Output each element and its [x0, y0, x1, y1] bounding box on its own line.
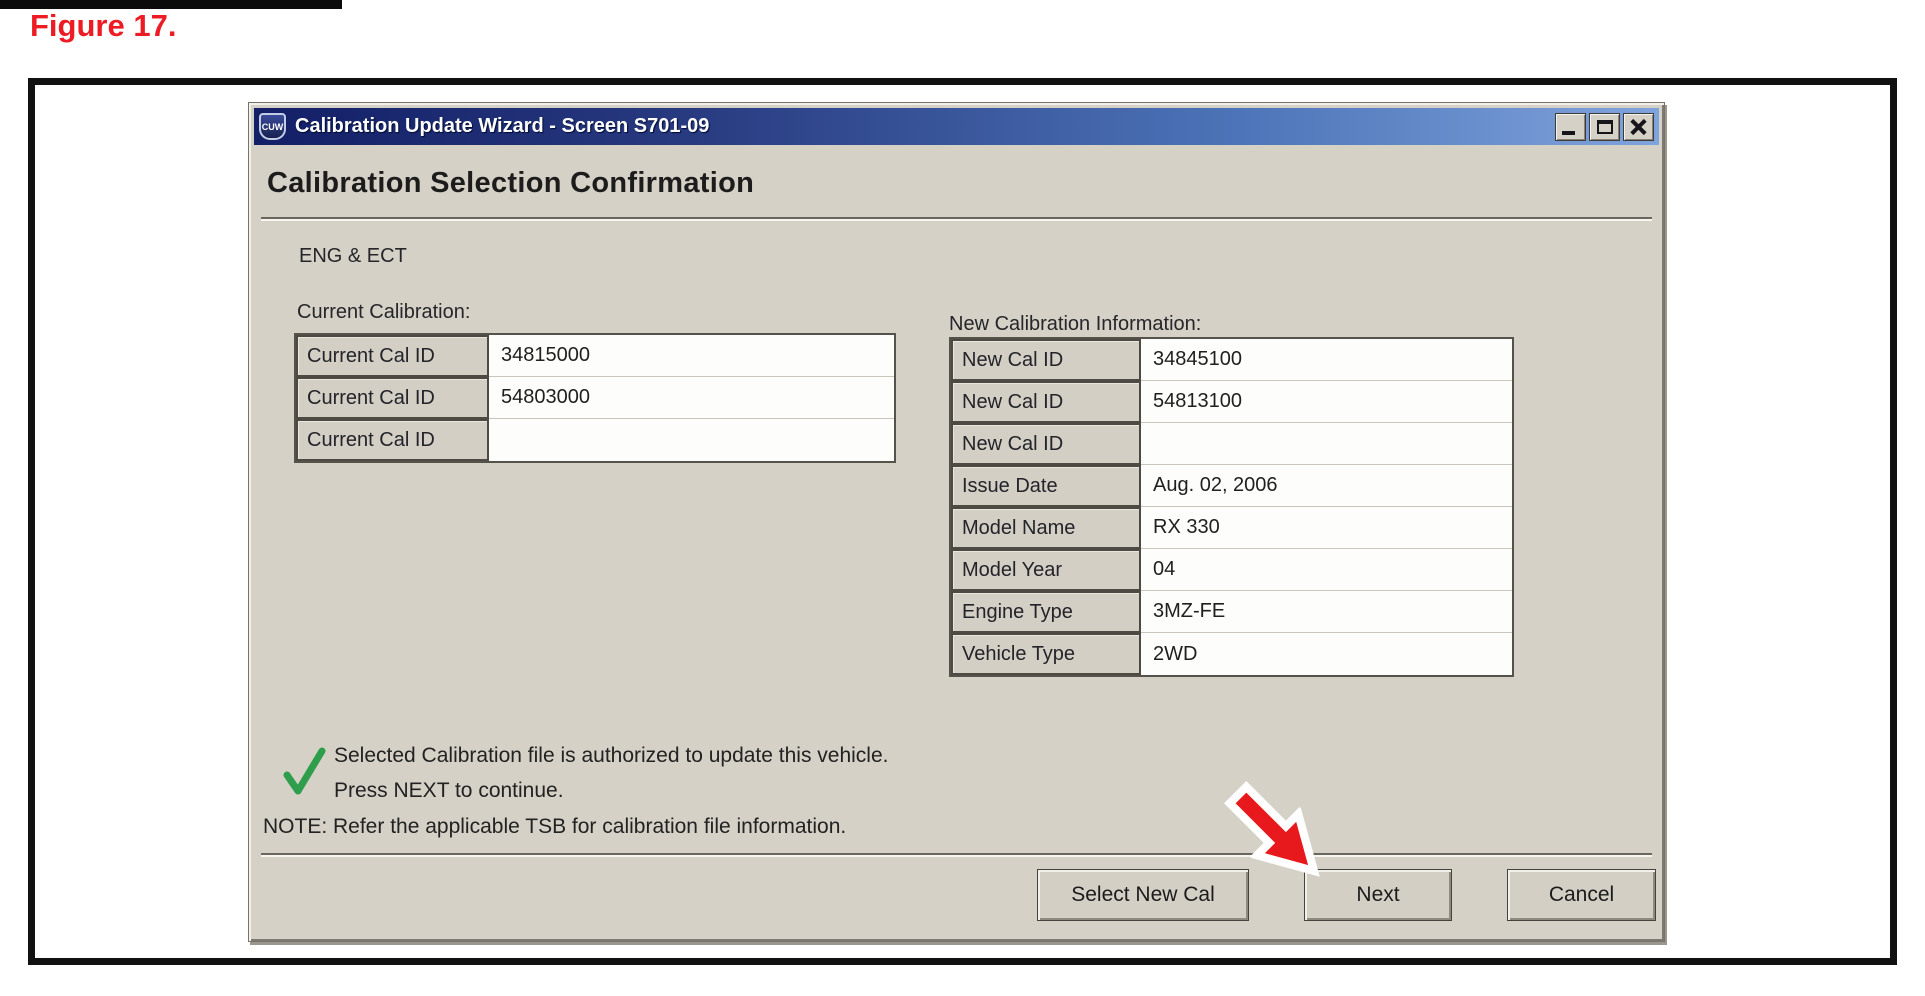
heading-divider: [261, 217, 1652, 221]
current-calibration-table: Current Cal ID 34815000 Current Cal ID 5…: [294, 333, 896, 463]
row-label: New Cal ID: [951, 381, 1141, 423]
row-label: Current Cal ID: [296, 335, 489, 377]
row-label: Engine Type: [951, 591, 1141, 633]
close-button[interactable]: [1623, 113, 1654, 141]
row-label: Model Year: [951, 549, 1141, 591]
row-value: RX 330: [1141, 507, 1512, 549]
table-row: New Cal ID 34845100: [951, 339, 1512, 381]
table-row: Model Year 04: [951, 549, 1512, 591]
figure-caption: Figure 17.: [30, 8, 176, 44]
row-value: 34845100: [1141, 339, 1512, 381]
window-titlebar[interactable]: CUW Calibration Update Wizard - Screen S…: [254, 108, 1659, 145]
window-controls: [1555, 113, 1654, 141]
table-row: Current Cal ID: [296, 419, 894, 461]
row-label: Vehicle Type: [951, 633, 1141, 675]
next-button[interactable]: Next: [1304, 869, 1452, 921]
row-value: 34815000: [489, 335, 894, 377]
row-value: 2WD: [1141, 633, 1512, 675]
row-label: Current Cal ID: [296, 419, 489, 461]
cuw-shield-icon: CUW: [259, 113, 286, 140]
minimize-button[interactable]: [1555, 113, 1586, 141]
row-label: New Cal ID: [951, 423, 1141, 465]
note-text: NOTE: Refer the applicable TSB for calib…: [263, 815, 846, 839]
minimize-icon: [1562, 131, 1575, 135]
row-value: Aug. 02, 2006: [1141, 465, 1512, 507]
status-message-line1: Selected Calibration file is authorized …: [334, 744, 889, 768]
window-title: Calibration Update Wizard - Screen S701-…: [295, 115, 709, 138]
row-value: [1141, 423, 1512, 465]
table-row: Vehicle Type 2WD: [951, 633, 1512, 675]
table-row: Issue Date Aug. 02, 2006: [951, 465, 1512, 507]
figure-border-box: CUW Calibration Update Wizard - Screen S…: [28, 78, 1897, 965]
new-calibration-table: New Cal ID 34845100 New Cal ID 54813100 …: [949, 337, 1514, 677]
row-label: New Cal ID: [951, 339, 1141, 381]
row-value: 54813100: [1141, 381, 1512, 423]
row-label: Model Name: [951, 507, 1141, 549]
green-check-icon: [279, 745, 329, 799]
table-row: Model Name RX 330: [951, 507, 1512, 549]
table-row: New Cal ID 54813100: [951, 381, 1512, 423]
row-value: 3MZ-FE: [1141, 591, 1512, 633]
cancel-button[interactable]: Cancel: [1507, 869, 1656, 921]
row-value: 04: [1141, 549, 1512, 591]
row-value: [489, 419, 894, 461]
row-value: 54803000: [489, 377, 894, 419]
footer-divider: [261, 853, 1652, 857]
close-icon: [1629, 119, 1648, 135]
row-label: Current Cal ID: [296, 377, 489, 419]
system-label: ENG & ECT: [299, 245, 407, 268]
current-calibration-caption: Current Calibration:: [297, 301, 470, 324]
new-calibration-caption: New Calibration Information:: [949, 313, 1201, 336]
row-label: Issue Date: [951, 465, 1141, 507]
maximize-icon: [1597, 120, 1613, 134]
table-row: New Cal ID: [951, 423, 1512, 465]
page-title: Calibration Selection Confirmation: [267, 167, 754, 200]
status-message-line2: Press NEXT to continue.: [334, 779, 564, 803]
select-new-cal-button[interactable]: Select New Cal: [1037, 869, 1249, 921]
maximize-button[interactable]: [1589, 113, 1620, 141]
calibration-wizard-window: CUW Calibration Update Wizard - Screen S…: [248, 102, 1665, 942]
table-row: Current Cal ID 34815000: [296, 335, 894, 377]
table-row: Current Cal ID 54803000: [296, 377, 894, 419]
table-row: Engine Type 3MZ-FE: [951, 591, 1512, 633]
